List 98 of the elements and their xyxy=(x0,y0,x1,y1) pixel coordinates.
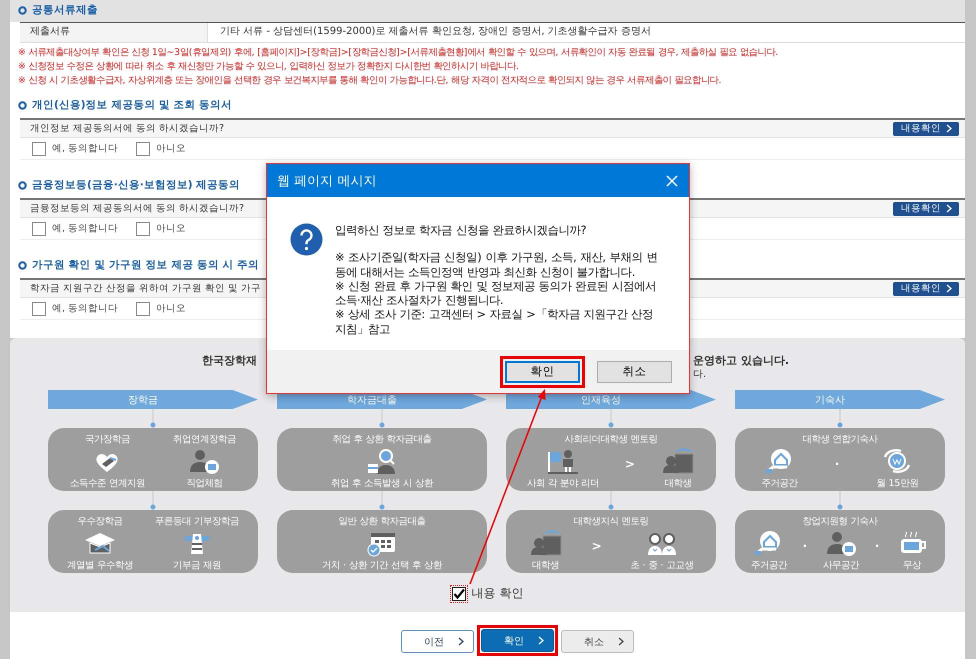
checkbox-label: 예, 동의합니다 xyxy=(52,142,118,154)
checkbox[interactable] xyxy=(452,586,466,600)
checkbox[interactable] xyxy=(136,142,150,156)
circle-bullet-icon xyxy=(18,6,27,14)
question-text: 개인정보 제공동의서에 동의 하시겠습니까? xyxy=(30,122,224,134)
category-banner: 장학금 xyxy=(48,390,258,409)
item-caption: 무상 xyxy=(903,559,922,572)
section-heading: 공통서류제출 xyxy=(32,4,98,16)
chevron-icon xyxy=(538,636,545,645)
question-icon xyxy=(290,223,323,256)
card-title: 취업 후 상환 학자금대출 xyxy=(332,433,432,446)
item-title: 푸른등대 기부장학금 xyxy=(155,515,239,528)
card-title: 사회리더대학생 멘토링 xyxy=(564,433,658,446)
item-caption: 주거공간 xyxy=(750,559,787,572)
item-caption: 직업체험 xyxy=(186,477,222,490)
student-building-icon xyxy=(660,448,695,475)
dialog-note: ※ 신청 완료 후 가구원 확인 및 정보제공 동의가 완료된 시점에서 소득·재산 조사절차가 진행됩니다. xyxy=(335,278,657,308)
view-content-button[interactable]: 내용확인 xyxy=(893,282,959,296)
chevron-icon xyxy=(946,204,953,213)
chevron-icon xyxy=(946,124,953,133)
checkbox-label: 내용 확인 xyxy=(472,585,524,602)
intro-text: 한국장학재 xyxy=(202,354,257,369)
item-caption: 거치 · 상환 기간 선택 후 상환 xyxy=(322,559,442,572)
item-caption: 대학생 xyxy=(664,477,692,490)
person-briefcase-icon xyxy=(187,448,222,475)
table-label-cell: 제출서류 xyxy=(20,23,208,42)
notice-text: ※ 신청 시 기초생활수급자, 자상위계층 또는 장애인을 선택한 경우 보건복지부를 통해 확인이 가능합니다.단, 해당 자격이 전자적으로 확인되지 않는 경우 서류제출이 필요합니다. xyxy=(18,74,722,88)
nav-button[interactable]: 확인 xyxy=(481,629,554,652)
item-title: 취업연계장학금 xyxy=(172,433,236,446)
section-heading: 개인(신용)정보 제공동의 및 조회 동의서 xyxy=(32,98,232,112)
person-flag-icon xyxy=(546,448,580,475)
connector-line xyxy=(150,409,156,428)
separator-mark: · xyxy=(834,457,840,471)
nav-button[interactable]: 취소 xyxy=(561,630,634,653)
connector-line xyxy=(837,491,843,510)
dialog-note: ※ 조사기준일(학자금 신청일) 이후 가구원, 소득, 재산, 부채의 변동에 대해서는 소득인정액 반영과 최신화 신청이 불가합니다. xyxy=(335,250,658,279)
section-heading: 금융정보등(금융·신용·보험정보) 제공동의 xyxy=(32,178,240,192)
connector-line xyxy=(837,409,843,428)
item-caption: 취업 후 소득발생 시 상환 xyxy=(331,477,433,490)
chevron-icon xyxy=(458,637,465,646)
circle-bullet-icon xyxy=(18,260,27,270)
checkbox[interactable] xyxy=(32,222,46,236)
separator-mark: · xyxy=(874,539,880,553)
item-caption: 기부금 재원 xyxy=(173,559,221,572)
student-building-icon xyxy=(528,530,563,557)
connector-line xyxy=(608,491,614,510)
notice-text: ※ 신청정보 수정은 상황에 따라 취소 후 재신청만 가능할 수 있으니, 입력하신 정보가 정확한지 다시한번 확인하시기 바랍니다. xyxy=(18,60,520,74)
view-content-button[interactable]: 내용확인 xyxy=(893,122,959,136)
connector-line xyxy=(379,409,385,428)
item-caption: 월 15만원 xyxy=(876,477,918,490)
separator-mark: > xyxy=(592,539,602,553)
dialog-note: ※ 상세 조사 기준: 고객센터 > 자료실 >「학자금 지원구간 산정지침」참고 xyxy=(335,307,654,336)
item-title: 국가장학금 xyxy=(84,433,130,446)
checkbox-label: 아니오 xyxy=(156,222,186,234)
circle-bullet-icon xyxy=(18,180,27,190)
connector-line xyxy=(379,491,385,510)
separator-mark: > xyxy=(624,457,635,471)
checkbox[interactable] xyxy=(32,142,46,156)
dialog-message: 입력하신 정보로 학자금 신청을 완료하시겠습니까? xyxy=(335,223,588,238)
table-cell-text: 기타 서류 - 상담센터(1599-2000)로 제출서류 확인요청, 장애인 증명서, 기초생활수급자 증명서 xyxy=(219,25,652,39)
checkbox[interactable] xyxy=(136,222,150,236)
item-caption: 사무공간 xyxy=(822,559,859,572)
checkbox[interactable] xyxy=(136,302,150,316)
intro-text: 운영하고 있습니다. xyxy=(692,354,789,368)
item-caption: 초 · 중 · 고교생 xyxy=(630,559,694,572)
circle-bullet-icon xyxy=(18,100,27,110)
card-title: 창업지원형 기숙사 xyxy=(802,515,878,528)
intro-text: 다. xyxy=(692,369,708,382)
notice-text: ※ 서류제출대상여부 확인은 신청 1일~3일(휴일제외) 후에, [홈페이지]>[장학금]>[장학금신청]>[서류제출현황]에서 확인할 수 있으며, 서류확인이 자동 완료될 경우, 제출하실 필요 없습니다. xyxy=(18,46,780,60)
dialog-button[interactable]: 취소 xyxy=(597,360,672,382)
card-title: 대학생 연합기숙사 xyxy=(802,433,878,446)
close-icon[interactable] xyxy=(665,174,679,188)
item-caption: 사회 각 분야 리더 xyxy=(527,477,599,490)
item-caption: 대학생 xyxy=(532,559,560,572)
chevron-icon xyxy=(946,284,953,293)
item-title: 우수장학금 xyxy=(78,515,122,528)
checkbox-label: 아니오 xyxy=(156,302,186,314)
item-caption: 계열별 우수학생 xyxy=(67,559,133,572)
connector-line xyxy=(150,491,156,510)
chevron-icon xyxy=(618,637,625,646)
checkbox-label: 예, 동의합니다 xyxy=(52,302,118,314)
item-caption: 주거공간 xyxy=(762,477,798,490)
card-title: 일반 상환 학자금대출 xyxy=(338,515,426,528)
separator-mark: · xyxy=(802,539,808,553)
question-text: 학자금 지원구간 산정을 위하여 가구원 확인 및 가구 xyxy=(30,282,262,294)
nav-button[interactable]: 이전 xyxy=(401,630,474,653)
dialog-title: 웹 페이지 메시지 xyxy=(277,172,376,190)
dialog-button[interactable]: 확인 xyxy=(505,360,580,382)
section-heading: 가구원 확인 및 가구원 정보 제공 동의 시 주의 xyxy=(32,258,260,272)
checkbox-label: 아니오 xyxy=(156,142,186,154)
card-title: 대학생지식 멘토링 xyxy=(574,515,648,528)
checkbox[interactable] xyxy=(32,302,46,316)
category-banner: 기숙사 xyxy=(735,390,945,409)
checkbox-label: 예, 동의합니다 xyxy=(52,222,118,234)
question-text: 금융정보등의 제공동의서에 동의 하시겠습니까? xyxy=(30,202,244,214)
view-content-button[interactable]: 내용확인 xyxy=(893,202,959,216)
item-caption: 소득수준 연계지원 xyxy=(70,477,145,490)
connector-line xyxy=(608,409,614,428)
